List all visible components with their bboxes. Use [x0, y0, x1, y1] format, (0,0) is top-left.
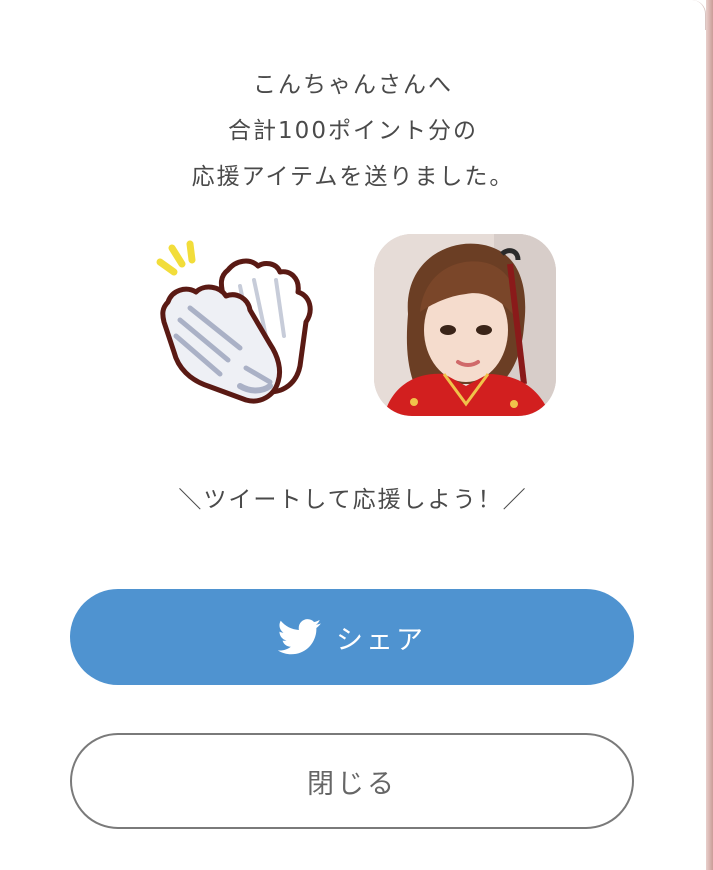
- twitter-icon: [278, 619, 322, 655]
- recipient-avatar: [374, 234, 556, 416]
- close-button[interactable]: 閉じる: [70, 733, 634, 829]
- share-button[interactable]: シェア: [70, 589, 634, 685]
- support-complete-dialog: こんちゃんさんへ 合計100ポイント分の 応援アイテムを送りました。 ＼ツイート…: [0, 0, 706, 870]
- page-edge: [706, 0, 713, 870]
- message-line-recipient: こんちゃんさんへ: [253, 72, 453, 98]
- share-button-label: シェア: [336, 624, 426, 656]
- close-button-label: 閉じる: [307, 768, 397, 800]
- tweet-prompt: ＼ツイートして応援しよう！／: [178, 487, 528, 513]
- support-message: こんちゃんさんへ 合計100ポイント分の 応援アイテムを送りました。: [0, 62, 706, 200]
- dialog-corner: [690, 0, 706, 30]
- message-line-sent: 応援アイテムを送りました。: [191, 164, 515, 190]
- message-line-points: 合計100ポイント分の: [228, 118, 478, 144]
- clapping-hands-icon: [150, 236, 326, 412]
